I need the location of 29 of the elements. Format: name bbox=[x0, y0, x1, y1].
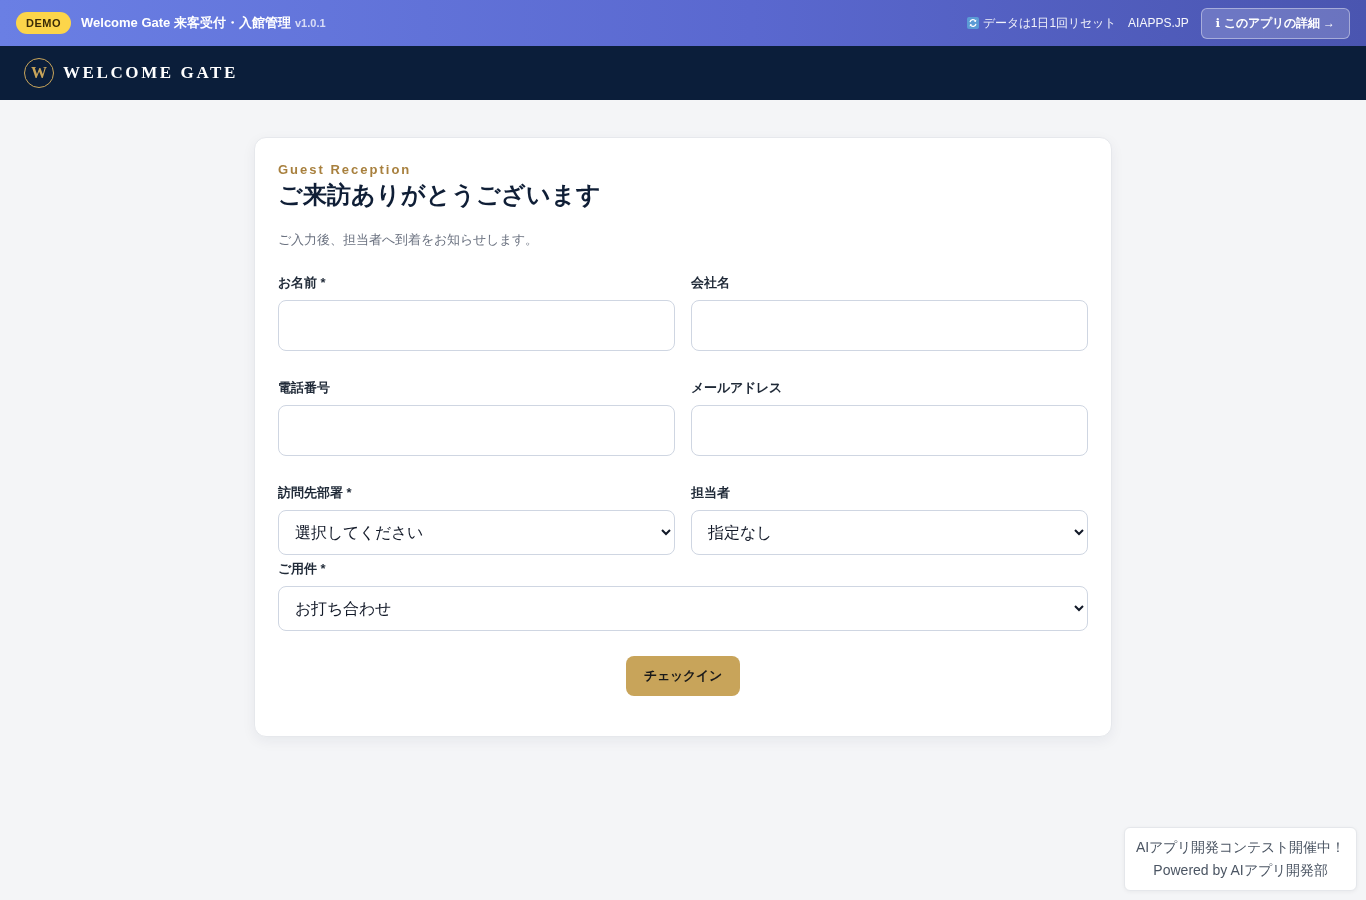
promo-text: Powered by AIアプリ開発部 bbox=[1153, 861, 1328, 880]
dropdown[interactable]: お打ち合わせ bbox=[278, 586, 1088, 631]
brand-name: WELCOME GATE bbox=[63, 63, 238, 83]
field-label: 訪問先部署 * bbox=[278, 485, 352, 501]
eyebrow-text: Guest Reception bbox=[278, 162, 412, 178]
refresh-icon bbox=[966, 17, 979, 29]
demo-badge: DEMO bbox=[16, 12, 71, 34]
field-label: お名前 * bbox=[278, 275, 326, 291]
field-label: ご用件 * bbox=[278, 561, 326, 577]
text-input[interactable] bbox=[691, 300, 1088, 351]
dropdown[interactable]: 指定なし bbox=[691, 510, 1088, 555]
reset-note: データは1日1回リセット bbox=[982, 14, 1117, 32]
text-input[interactable] bbox=[278, 300, 675, 351]
app-title: Welcome Gate 来客受付・入館管理 bbox=[81, 14, 291, 32]
version-label: v1.0.1 bbox=[294, 17, 326, 29]
field-label: 会社名 bbox=[691, 275, 730, 291]
dropdown[interactable]: 選択してください bbox=[278, 510, 675, 555]
checkin-button[interactable]: チェックイン bbox=[626, 656, 740, 696]
form-heading: ご来訪ありがとうございます bbox=[278, 180, 601, 210]
text-input[interactable] bbox=[278, 405, 675, 456]
site-link[interactable]: AIAPPS.JP bbox=[1128, 16, 1189, 30]
field-label: メールアドレス bbox=[691, 380, 782, 396]
form-description: ご入力後、担当者へ到着をお知らせします。 bbox=[278, 232, 538, 248]
promo-badge[interactable]: AIアプリ開発コンテスト開催中！ Powered by AIアプリ開発部 bbox=[1124, 827, 1357, 891]
promo-text: AIアプリ開発コンテスト開催中！ bbox=[1135, 838, 1346, 857]
field-label: 担当者 bbox=[691, 485, 730, 501]
field-label: 電話番号 bbox=[278, 380, 330, 396]
app-details-button[interactable]: ℹ このアプリの詳細 → bbox=[1200, 7, 1350, 39]
text-input[interactable] bbox=[691, 405, 1088, 456]
